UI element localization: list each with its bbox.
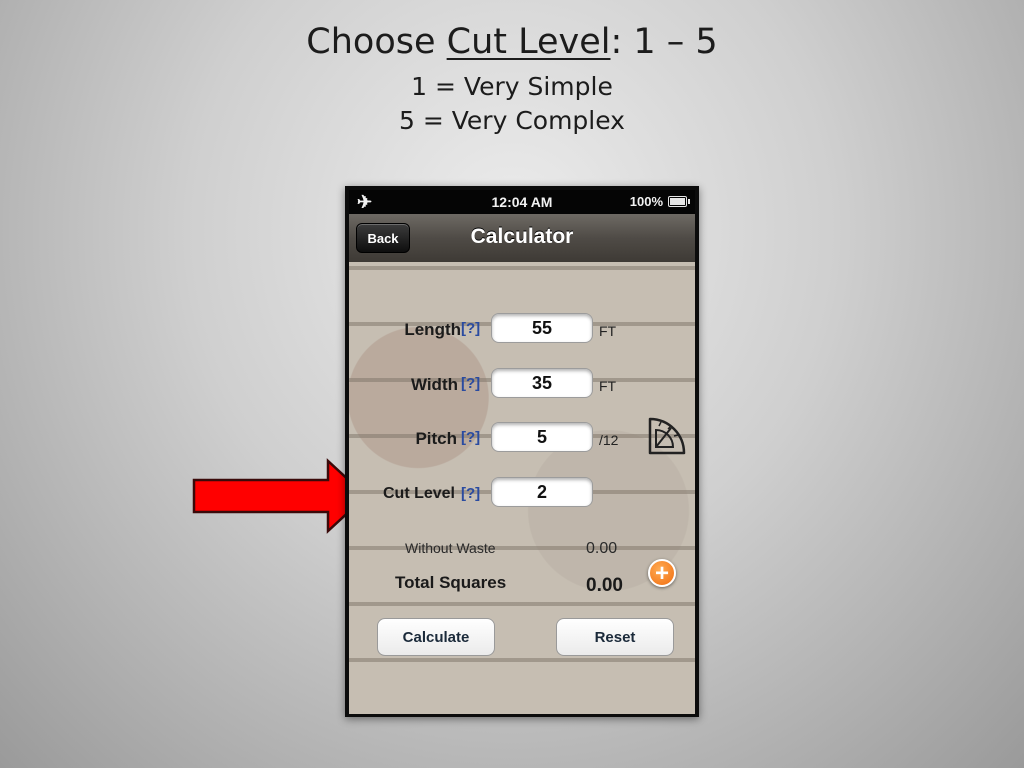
battery-icon (668, 196, 690, 207)
cut-level-help-link[interactable]: [?] (461, 485, 480, 502)
calculator-form: Length [?] FT Width [?] FT Pitch [?] /12 (349, 262, 695, 714)
status-bar: ✈ 12:04 AM 100% (349, 190, 695, 214)
calculate-button[interactable]: Calculate (377, 618, 495, 656)
slide-subtitle-complex: 5 = Very Complex (399, 106, 625, 135)
slide-subtitle-simple: 1 = Very Simple (411, 72, 613, 101)
slide-title-suffix: : 1 – 5 (610, 22, 718, 62)
slide-title-underlined: Cut Level (446, 22, 611, 62)
cut-level-input[interactable] (491, 477, 593, 507)
length-label: Length (404, 320, 461, 339)
width-unit: FT (599, 378, 617, 394)
pitch-label: Pitch (415, 429, 457, 448)
add-waste-button[interactable]: + (648, 559, 676, 587)
width-help-link[interactable]: [?] (461, 375, 480, 392)
length-unit: FT (599, 323, 617, 339)
slide-title: Choose Cut Level: 1 – 5 (0, 22, 1024, 62)
pitch-input[interactable] (491, 422, 593, 452)
battery-percent: 100% (629, 194, 663, 209)
phone-screen: ✈ 12:04 AM 100% Back Calculator Length [… (349, 190, 695, 714)
without-waste-value: 0.00 (586, 540, 618, 557)
nav-bar: Back Calculator (349, 214, 695, 263)
slide-title-prefix: Choose (306, 22, 447, 62)
reset-button[interactable]: Reset (556, 618, 674, 656)
pitch-help-link[interactable]: [?] (461, 429, 480, 446)
total-squares-value: 0.00 (586, 575, 623, 596)
nav-title: Calculator (470, 225, 574, 248)
cut-level-label: Cut Level (382, 485, 455, 502)
width-label: Width (410, 375, 458, 394)
phone-frame: ✈ 12:04 AM 100% Back Calculator Length [… (345, 186, 699, 717)
pitch-unit: /12 (599, 432, 619, 448)
without-waste-label: Without Waste (405, 540, 496, 556)
red-arrow-icon (192, 458, 368, 534)
length-help-link[interactable]: [?] (461, 320, 480, 337)
width-input[interactable] (491, 368, 593, 398)
length-input[interactable] (491, 313, 593, 343)
total-squares-label: Total Squares (395, 573, 507, 592)
protractor-icon[interactable] (647, 416, 689, 456)
